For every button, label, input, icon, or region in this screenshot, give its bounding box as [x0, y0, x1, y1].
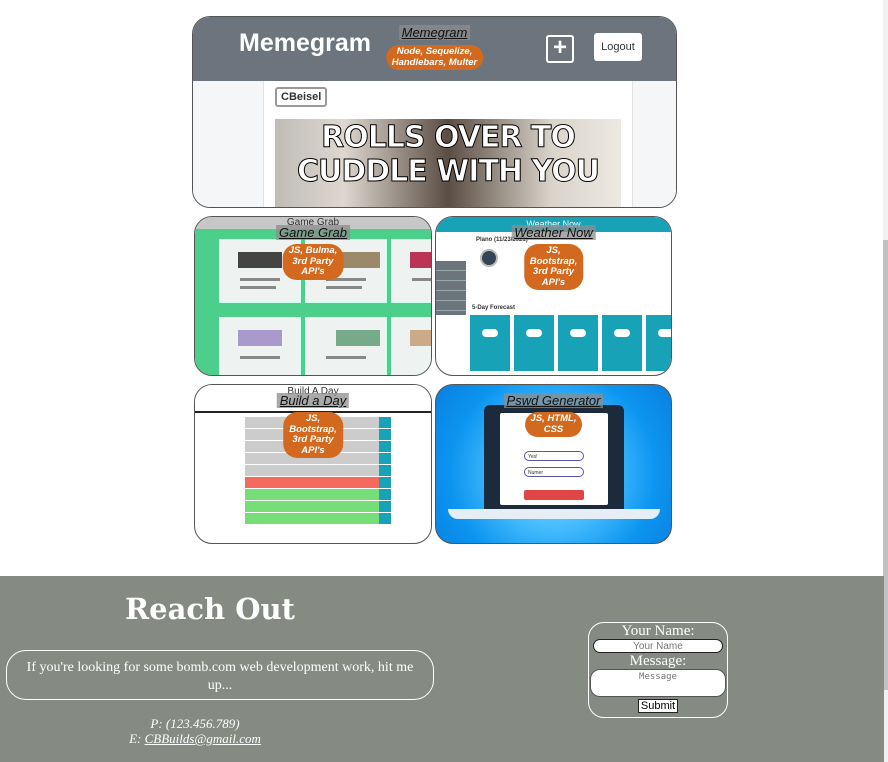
forecast-day [558, 315, 598, 371]
game-tile [391, 239, 431, 303]
tech-line: 3rd Party [532, 266, 575, 277]
meme-caption-line: ROLLS OVER TO [321, 120, 577, 155]
hour-row [245, 465, 379, 477]
weather-icon [480, 249, 498, 267]
forecast-day [602, 315, 642, 371]
tech-line: API's [301, 444, 325, 456]
message-textarea[interactable]: Message [590, 669, 726, 697]
memegram-logout-button: Logout [594, 33, 642, 61]
project-screenshot-weather-now: Weather Now Plano (11/23/2021) 5-Day For… [436, 217, 671, 375]
project-title[interactable]: Pswd Generator [503, 393, 604, 408]
forecast-day [514, 315, 554, 371]
save-icon [379, 465, 391, 477]
forecast-day [646, 315, 671, 371]
tech-line: API's [541, 276, 566, 288]
save-icon [379, 417, 391, 429]
hour-row [245, 501, 379, 513]
project-card-weather-now[interactable]: Weather Now Plano (11/23/2021) 5-Day For… [435, 216, 672, 376]
name-input[interactable]: Your Name [593, 639, 723, 653]
hour-row [245, 489, 379, 501]
hour-row [245, 477, 379, 489]
tech-line: Node, Sequelize, [396, 46, 473, 57]
memegram-feed: CBeisel ROLLS OVER TO CUDDLE WITH YOU [193, 81, 676, 207]
weather-sidebar [436, 261, 466, 315]
pw-field: Yes! [524, 451, 584, 461]
memegram-username: CBeisel [275, 87, 328, 107]
reach-out-message: If you're looking for some bomb.com web … [6, 650, 434, 700]
tech-line: API's [301, 266, 325, 277]
save-icon [379, 441, 391, 453]
memegram-brand: Memegram [239, 29, 371, 57]
tech-badge: Node, Sequelize, Handlebars, Multer [385, 45, 484, 70]
tech-badge: JS, Bulma, 3rd Party API's [282, 244, 344, 280]
plus-icon: + [546, 35, 574, 63]
name-label: Your Name: [621, 623, 695, 639]
meme-caption-line: CUDDLE WITH YOU [296, 154, 600, 189]
meme-image: ROLLS OVER TO CUDDLE WITH YOU [275, 119, 621, 207]
tech-badge: JS, Bootstrap, 3rd Party API's [523, 244, 584, 290]
contact-form: Your Name: Your Name Message: Message Su… [588, 622, 728, 718]
contact-info: P: (123.456.789) E: CBBuilds@gmail.com [0, 716, 390, 746]
email-line: E: CBBuilds@gmail.com [0, 731, 390, 746]
tech-line: JS, [546, 245, 561, 256]
game-tile [305, 317, 387, 375]
tech-line: JS, HTML, [530, 413, 577, 424]
save-icon [379, 453, 391, 465]
save-icon [379, 501, 391, 513]
tech-badge: JS, Bootstrap, 3rd Party API's [283, 412, 343, 458]
email-link[interactable]: CBBuilds@gmail.com [145, 731, 261, 746]
phone-text: P: (123.456.789) [150, 716, 240, 731]
tech-line: CSS [543, 423, 564, 435]
pw-field: Numer [524, 467, 584, 477]
tech-line: 3rd Party [292, 434, 334, 445]
save-icon [379, 489, 391, 501]
save-icon [379, 513, 391, 525]
tech-badge: JS, HTML, CSS [524, 412, 583, 437]
laptop-base [448, 509, 660, 519]
save-icon [379, 477, 391, 489]
project-title[interactable]: Game Grab [276, 225, 350, 240]
project-card-pswd-generator[interactable]: Yes! Numer Pswd Generator JS, HTML, CSS [435, 384, 672, 544]
project-screenshot-build-a-day: Build A Day [195, 385, 431, 543]
project-card-game-grab[interactable]: Game Grab Game Grab JS, Bulma, 3rd Party… [194, 216, 432, 376]
project-card-memegram[interactable]: Memegram + Logout CBeisel ROLLS OVER TO … [192, 16, 677, 208]
game-tile [391, 317, 431, 375]
pw-generate-button [524, 490, 584, 500]
hour-row [245, 513, 379, 525]
message-label: Message: [629, 653, 687, 669]
tech-line: Handlebars, Multer [391, 56, 478, 68]
save-icon [379, 429, 391, 441]
forecast-day [470, 315, 510, 371]
project-screenshot-pswd-generator: Yes! Numer [436, 385, 671, 543]
forecast-label: 5-Day Forecast [472, 305, 516, 311]
project-card-build-a-day[interactable]: Build A Day Build a Day JS, Bootstrap, 3… [194, 384, 432, 544]
contact-footer: Reach Out If you're looking for some bom… [0, 576, 884, 762]
project-title[interactable]: Weather Now [511, 225, 596, 240]
tech-line: JS, Bulma, [288, 245, 338, 256]
project-title[interactable]: Memegram [398, 25, 471, 40]
email-prefix: E: [129, 731, 145, 746]
game-tile [219, 317, 301, 375]
project-screenshot-game-grab: Game Grab [195, 217, 431, 375]
reach-out-heading: Reach Out [125, 592, 295, 626]
submit-button[interactable]: Submit [637, 699, 679, 713]
tech-line: JS, [305, 413, 321, 424]
project-title[interactable]: Build a Day [276, 393, 350, 408]
